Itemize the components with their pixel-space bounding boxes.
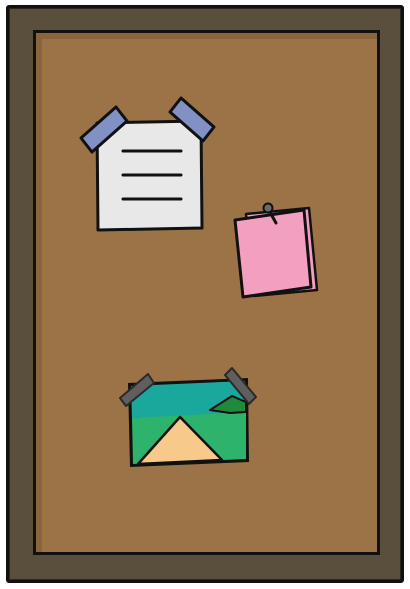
cork-board (0, 0, 410, 589)
sticky-note[interactable] (233, 202, 319, 299)
landscape-photo[interactable] (119, 367, 257, 467)
pin-head-icon (262, 202, 274, 214)
board-items-layer (79, 96, 319, 467)
note-card[interactable] (79, 96, 216, 232)
sticky-note-front (233, 208, 313, 299)
